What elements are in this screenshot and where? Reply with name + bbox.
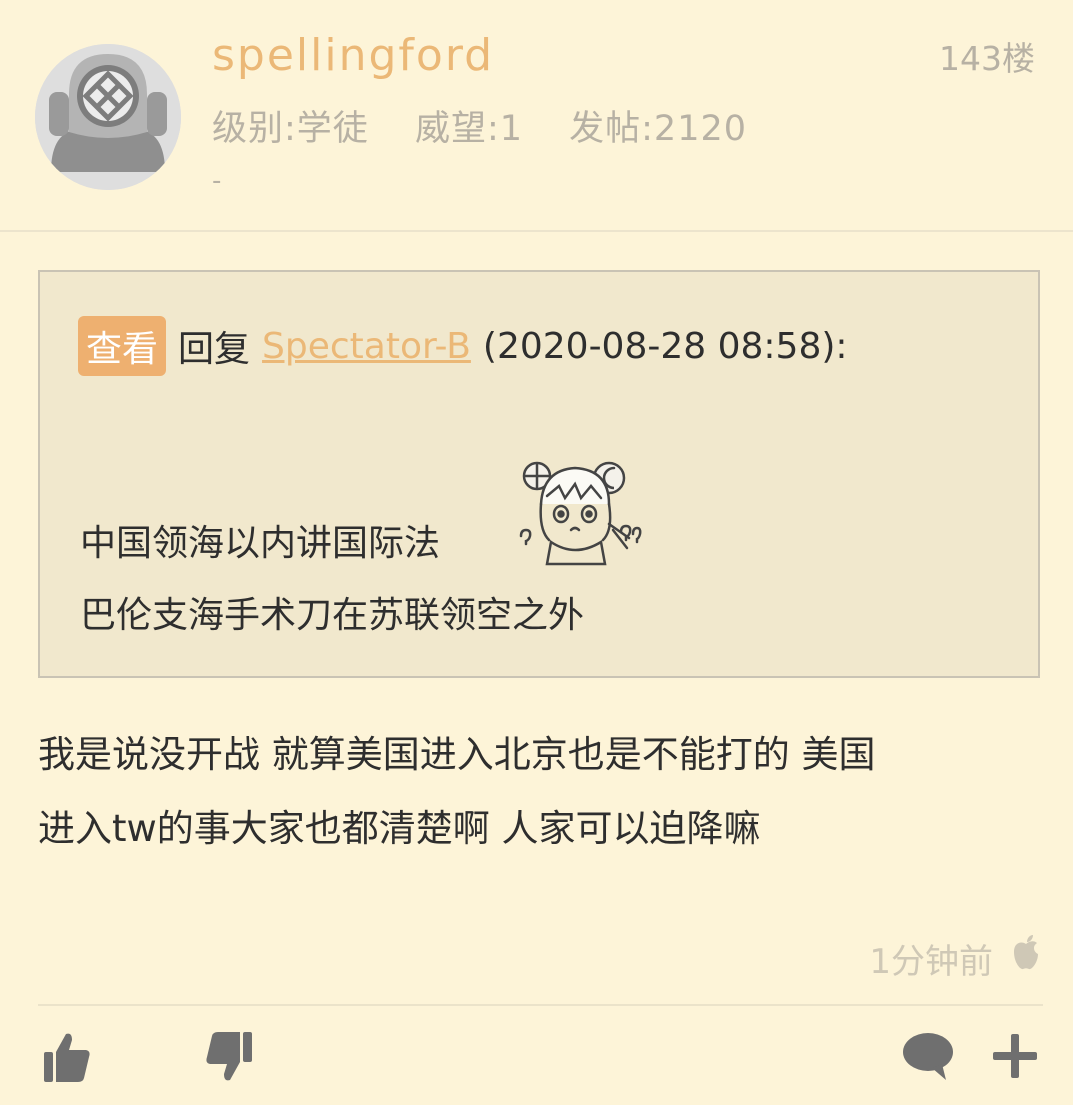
avatar[interactable] <box>35 44 181 190</box>
view-quote-button[interactable]: 查看 <box>78 316 167 376</box>
apple-icon <box>1014 935 1038 970</box>
user-prestige: 威望:1 <box>414 109 523 149</box>
reply-user-link[interactable]: Spectator-B <box>262 326 471 367</box>
quote-text: 中国领海以内讲国际法 巴伦支海手术刀在苏联领空之外 <box>80 508 584 652</box>
user-level: 级别:学徒 <box>212 109 369 149</box>
quote-box: 查看 回复 Spectator-B (2020-08-28 08:58): 中国… <box>38 270 1040 678</box>
user-post-count: 发帖:2120 <box>569 109 748 149</box>
header-divider <box>0 230 1073 232</box>
footer-divider <box>38 1004 1043 1006</box>
quote-line: 巴伦支海手术刀在苏联领空之外 <box>80 595 585 636</box>
post-body: 我是说没开战 就算美国进入北京也是不能打的 美国 进入tw的事大家也都清楚啊 人… <box>38 718 1038 866</box>
thumbs-up-icon[interactable] <box>42 1030 92 1084</box>
post-time: 1分钟前 <box>869 942 993 982</box>
post-body-line: 我是说没开战 就算美国进入北京也是不能打的 美国 <box>38 733 876 776</box>
user-signature: - <box>212 166 222 196</box>
comment-icon[interactable] <box>902 1030 954 1082</box>
user-stats: 级别:学徒 威望:1 发帖:2120 <box>212 100 781 151</box>
username[interactable]: spellingford <box>212 30 494 81</box>
post-body-line: 进入tw的事大家也都清楚啊 人家可以迫降嘛 <box>38 807 761 850</box>
quote-line: 中国领海以内讲国际法 <box>80 523 441 564</box>
plus-icon[interactable] <box>990 1030 1040 1082</box>
reply-label: 回复 <box>178 329 251 370</box>
thumbs-down-icon[interactable] <box>204 1030 254 1084</box>
reply-time: (2020-08-28 08:58): <box>482 325 848 367</box>
floor-number: 143楼 <box>939 39 1035 78</box>
confused-anime-girl-sticker-icon <box>519 461 642 566</box>
diving-helmet-avatar-icon <box>35 44 181 190</box>
reply-header: 查看 回复 Spectator-B (2020-08-28 08:58): <box>78 316 848 376</box>
